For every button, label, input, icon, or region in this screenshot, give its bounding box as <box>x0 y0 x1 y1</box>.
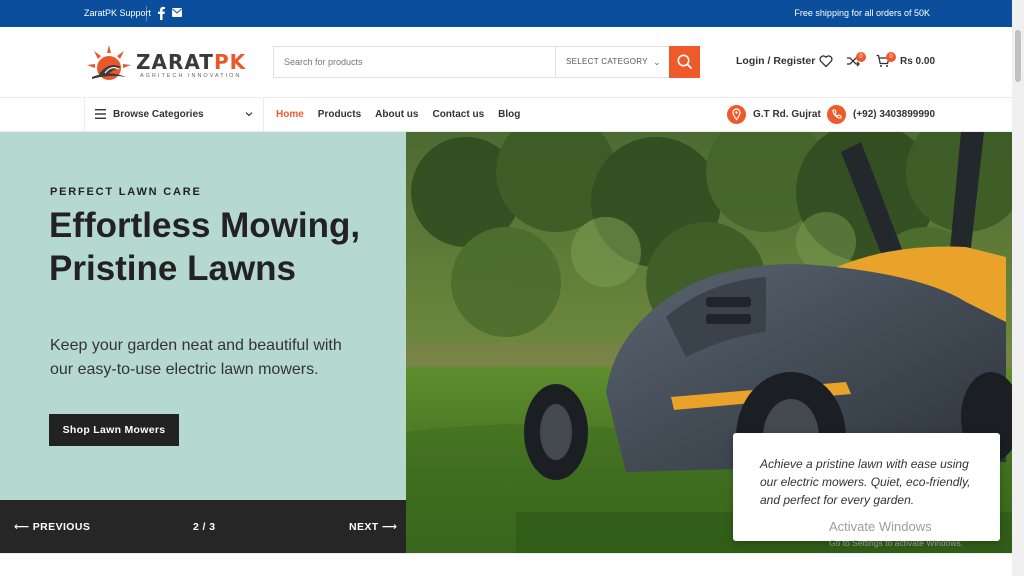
category-select-label: SELECT CATEGORY <box>566 57 648 66</box>
hero-quote-text: Achieve a pristine lawn with ease using … <box>760 457 971 507</box>
mail-icon[interactable] <box>172 8 182 17</box>
phone-text: (+92) 3403899990 <box>853 109 936 120</box>
cart-count-badge: 0 <box>886 52 896 62</box>
search-button[interactable] <box>669 46 700 78</box>
phone-icon-bg <box>827 105 846 124</box>
slide-counter: 2 / 3 <box>193 521 216 533</box>
heart-icon[interactable] <box>819 54 833 68</box>
cart-total[interactable]: Rs 0.00 <box>900 56 935 67</box>
logo-tagline: AGRITECH INNOVATION <box>140 73 242 79</box>
phone-icon <box>832 109 842 119</box>
logo-name-accent: PK <box>213 50 247 74</box>
search-icon <box>677 54 692 69</box>
support-link[interactable]: ZaratPK Support <box>84 8 151 18</box>
location-icon <box>732 108 741 121</box>
previous-slide-button[interactable]: ⟵ PREVIOUS <box>14 521 90 533</box>
nav-item-home[interactable]: Home <box>276 109 304 120</box>
chevron-down-icon <box>245 112 253 117</box>
next-label: NEXT <box>349 521 379 533</box>
shipping-notice: Free shipping for all orders of 50K <box>794 8 930 18</box>
logo-name-main: ZARAT <box>136 50 214 74</box>
search-bar: SELECT CATEGORY ⌄ <box>273 46 700 78</box>
next-slide-button[interactable]: NEXT ⟶ <box>349 521 397 533</box>
scrollbar-thumb[interactable] <box>1015 30 1021 82</box>
hero-text-panel: PERFECT LAWN CARE Effortless Mowing, Pri… <box>0 132 406 500</box>
logo-sun-icon <box>87 45 131 80</box>
page-content-below <box>0 553 1012 576</box>
compare-count-badge: 0 <box>856 52 866 62</box>
arrow-left-icon: ⟵ <box>14 521 33 533</box>
arrow-right-icon: ⟶ <box>378 521 398 533</box>
menu-icon <box>95 109 106 119</box>
category-select[interactable]: SELECT CATEGORY ⌄ <box>555 47 669 77</box>
previous-label: PREVIOUS <box>32 521 91 533</box>
activate-windows-title: Activate Windows <box>829 519 932 534</box>
nav-item-about[interactable]: About us <box>375 109 418 120</box>
main-navigation: Browse Categories Home Products About us… <box>0 98 1012 132</box>
shop-lawn-mowers-button[interactable]: Shop Lawn Mowers <box>49 414 179 446</box>
location-icon-bg <box>727 105 746 124</box>
nav-item-blog[interactable]: Blog <box>498 109 520 120</box>
login-register-link[interactable]: Login / Register <box>736 55 815 67</box>
chevron-down-icon: ⌄ <box>653 57 661 67</box>
search-input[interactable] <box>274 47 554 77</box>
activate-windows-subtitle: Go to Settings to activate Windows. <box>829 538 964 548</box>
browse-categories-dropdown[interactable]: Browse Categories <box>84 98 264 132</box>
nav-item-products[interactable]: Products <box>318 109 361 120</box>
page-scrollbar[interactable] <box>1012 0 1024 576</box>
topbar-divider <box>146 6 147 21</box>
hero-title: Effortless Mowing, Pristine Lawns <box>49 206 361 288</box>
hero-description: Keep your garden neat and beautiful with… <box>50 337 342 378</box>
hero-eyebrow: PERFECT LAWN CARE <box>50 186 202 198</box>
top-bar: ZaratPK Support Free shipping for all or… <box>0 0 1012 27</box>
site-header: ZARATPK AGRITECH INNOVATION SELECT CATEG… <box>0 27 1012 98</box>
nav-item-contact[interactable]: Contact us <box>432 109 484 120</box>
site-logo[interactable]: ZARATPK AGRITECH INNOVATION <box>86 43 246 83</box>
location-text: G.T Rd. Gujrat <box>753 109 821 120</box>
slider-navigation: ⟵ PREVIOUS 2 / 3 NEXT ⟶ <box>0 500 406 553</box>
nav-menu: Home Products About us Contact us Blog <box>276 109 520 120</box>
logo-wordmark: ZARATPK <box>136 50 246 74</box>
facebook-icon[interactable] <box>156 6 166 20</box>
browse-categories-label: Browse Categories <box>113 109 204 120</box>
